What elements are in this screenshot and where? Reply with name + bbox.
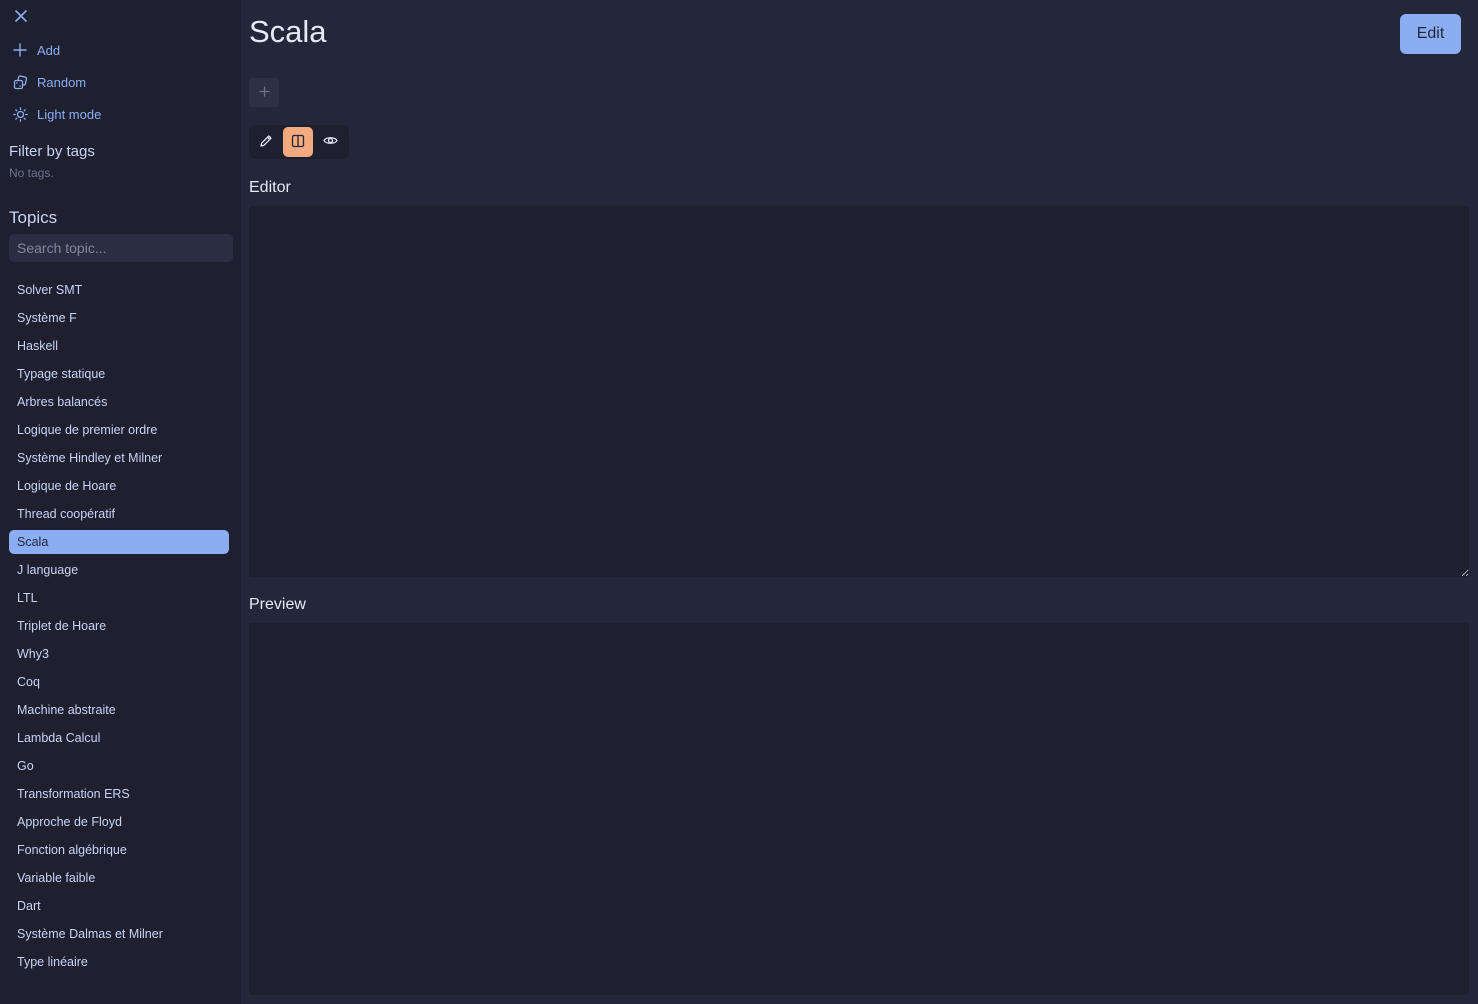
close-icon <box>15 9 27 27</box>
random-button[interactable]: Random <box>12 72 86 92</box>
add-label: Add <box>37 42 61 58</box>
editor-textarea[interactable] <box>249 206 1469 577</box>
topic-item[interactable]: Lambda Calcul <box>9 726 229 750</box>
topic-item[interactable]: Variable faible <box>9 866 229 890</box>
topic-item[interactable]: Logique de Hoare <box>9 474 229 498</box>
topic-item[interactable]: Dart <box>9 894 229 918</box>
topic-item[interactable]: Système Hindley et Milner <box>9 446 229 470</box>
dice-icon <box>12 74 28 90</box>
light-mode-button[interactable]: Light mode <box>12 104 101 124</box>
topic-item-active[interactable]: Scala <box>9 530 229 554</box>
filter-by-tags-heading: Filter by tags <box>9 143 95 160</box>
topic-item[interactable]: Machine abstraite <box>9 698 229 722</box>
topic-item[interactable]: Système Dalmas et Milner <box>9 922 229 946</box>
add-tag-button[interactable] <box>249 78 279 107</box>
plus-icon <box>12 42 28 58</box>
topics-heading: Topics <box>9 208 58 227</box>
close-button[interactable] <box>12 9 30 27</box>
no-tags-text: No tags. <box>9 166 54 180</box>
topic-item[interactable]: Triplet de Hoare <box>9 614 229 638</box>
topic-item[interactable]: Transformation ERS <box>9 782 229 806</box>
search-topic-input[interactable] <box>9 234 233 262</box>
topic-item[interactable]: Haskell <box>9 334 229 358</box>
topic-item[interactable]: J language <box>9 558 229 582</box>
edit-button[interactable]: Edit <box>1400 14 1461 54</box>
split-mode-button[interactable] <box>283 127 313 157</box>
topic-item[interactable]: Thread coopératif <box>9 502 229 526</box>
topic-item[interactable]: Coq <box>9 670 229 694</box>
topic-item[interactable]: Arbres balancés <box>9 390 229 414</box>
edit-mode-button[interactable] <box>251 127 281 157</box>
preview-panel <box>249 623 1469 995</box>
page-title: Scala <box>249 14 327 49</box>
view-mode-toggle <box>249 125 349 159</box>
sidebar: Add Random Light mode Filter by tags No … <box>0 0 241 1004</box>
columns-icon <box>291 134 305 151</box>
topic-item[interactable]: Why3 <box>9 642 229 666</box>
eye-icon <box>322 133 338 151</box>
preview-heading: Preview <box>249 596 306 613</box>
topic-item[interactable]: Type linéaire <box>9 950 229 974</box>
light-mode-label: Light mode <box>37 106 102 122</box>
random-label: Random <box>37 74 87 90</box>
topic-item[interactable]: Approche de Floyd <box>9 810 229 834</box>
topic-item[interactable]: Typage statique <box>9 362 229 386</box>
add-button[interactable]: Add <box>12 40 60 60</box>
topic-item[interactable]: Solver SMT <box>9 278 229 302</box>
preview-mode-button[interactable] <box>315 127 345 157</box>
topic-item[interactable]: Logique de premier ordre <box>9 418 229 442</box>
pencil-icon <box>259 134 273 151</box>
editor-heading: Editor <box>249 179 291 196</box>
topic-item[interactable]: Fonction algébrique <box>9 838 229 862</box>
topic-list: Solver SMT Système F Haskell Typage stat… <box>9 278 229 978</box>
plus-icon <box>258 85 270 100</box>
topic-item[interactable]: LTL <box>9 586 229 610</box>
topic-item[interactable]: Système F <box>9 306 229 330</box>
topic-item[interactable]: Go <box>9 754 229 778</box>
sun-icon <box>12 106 28 122</box>
main-panel: Scala Edit Editor Preview <box>241 0 1478 1004</box>
